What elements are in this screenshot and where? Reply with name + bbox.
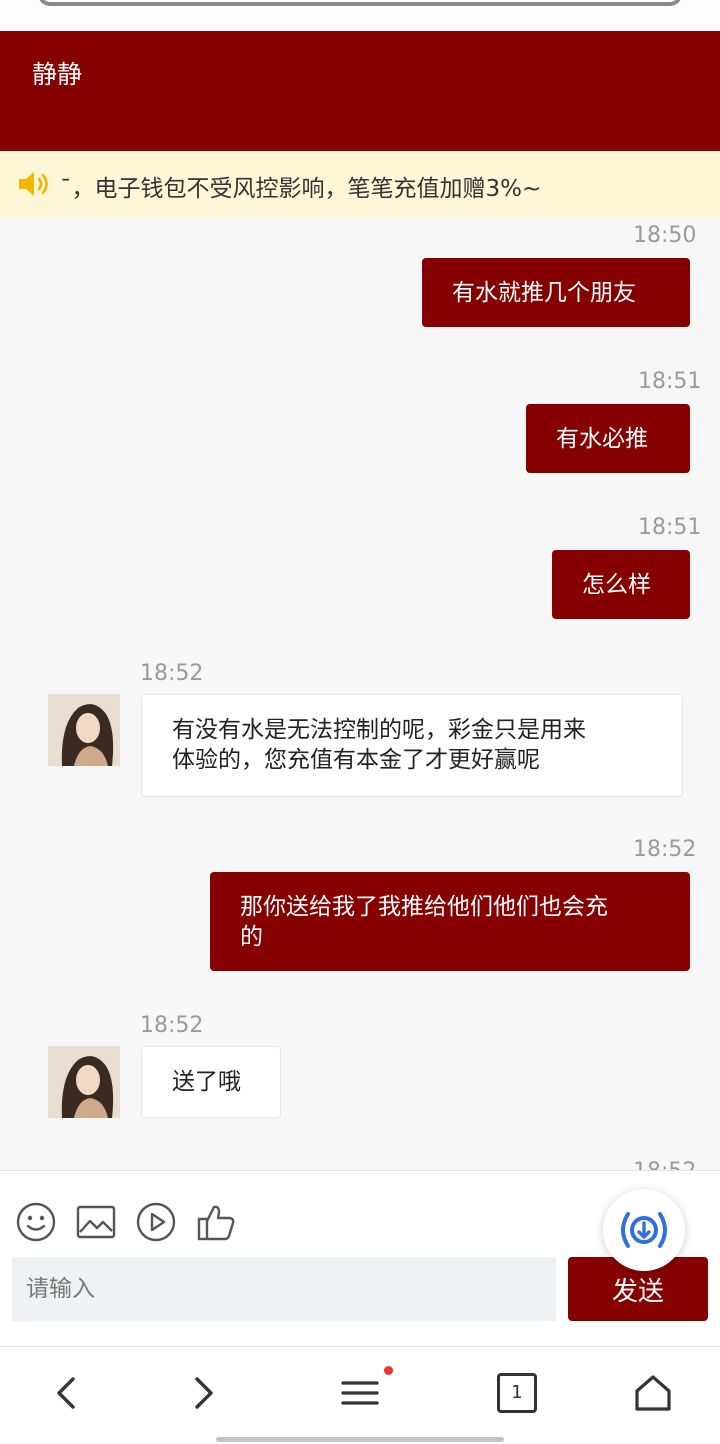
speaker-icon: [19, 172, 48, 196]
home-indicator: [216, 1437, 504, 1442]
address-bar[interactable]: [38, 0, 682, 6]
chat-messages[interactable]: 18:50 有水就推几个朋友 18:51 有水必推 18:51 怎么样 18:5…: [0, 217, 720, 1170]
message-time: 18:52: [633, 837, 697, 862]
browser-address-strip: [0, 0, 720, 31]
chat-header: 静静: [0, 31, 720, 151]
thumbs-up-icon[interactable]: [195, 1201, 237, 1243]
message-text: 送了哦: [172, 1069, 241, 1095]
home-icon[interactable]: [631, 1371, 675, 1415]
message-time: 18:51: [638, 515, 702, 540]
message-line: 的: [240, 924, 263, 950]
back-icon[interactable]: [45, 1371, 89, 1415]
browser-bottom-nav: 1: [0, 1346, 720, 1444]
avatar[interactable]: [48, 694, 120, 766]
video-icon[interactable]: [135, 1201, 177, 1243]
message-time: 18:51: [638, 369, 702, 394]
outgoing-message[interactable]: 有水就推几个朋友: [422, 258, 690, 327]
message-text: 怎么样: [582, 572, 651, 598]
message-line: 那你送给我了我推给他们他们也会充: [240, 894, 608, 920]
tab-count: 1: [511, 1382, 523, 1403]
message-time: 18:52: [633, 1159, 696, 1170]
message-text: 有水就推几个朋友: [452, 280, 636, 306]
menu-icon[interactable]: [338, 1371, 382, 1415]
outgoing-message[interactable]: 怎么样: [552, 550, 690, 619]
outgoing-message[interactable]: 有水必推: [526, 404, 690, 473]
incoming-message[interactable]: 送了哦: [141, 1046, 281, 1118]
avatar-image: [48, 694, 120, 766]
notice-bar: ˉ，电子钱包不受风控影响，笔笔充值加赠3%~: [0, 151, 720, 217]
notice-text: ˉ，电子钱包不受风控影响，笔笔充值加赠3%~: [60, 176, 542, 202]
avatar-image: [48, 1046, 120, 1118]
message-text: 有水必推: [556, 426, 648, 452]
message-time: 18:52: [140, 661, 204, 686]
menu-notification-dot: [384, 1366, 393, 1375]
message-input[interactable]: [12, 1257, 556, 1321]
message-time: 18:52: [140, 1013, 204, 1038]
image-icon[interactable]: [75, 1201, 117, 1243]
floating-download-button[interactable]: [603, 1189, 685, 1271]
message-line: 有没有水是无法控制的呢，彩金只是用来: [172, 717, 586, 743]
avatar[interactable]: [48, 1046, 120, 1118]
message-line: 体验的，您充值有本金了才更好赢呢: [172, 747, 540, 773]
incoming-message[interactable]: 有没有水是无法控制的呢，彩金只是用来 体验的，您充值有本金了才更好赢呢: [141, 694, 683, 797]
tabs-button[interactable]: 1: [497, 1373, 537, 1413]
emoji-icon[interactable]: [15, 1201, 57, 1243]
outgoing-message[interactable]: 那你送给我了我推给他们他们也会充 的: [210, 872, 690, 971]
chat-title: 静静: [32, 60, 83, 89]
message-time: 18:50: [633, 223, 697, 248]
forward-icon[interactable]: [181, 1371, 225, 1415]
download-radio-icon: [621, 1212, 667, 1248]
